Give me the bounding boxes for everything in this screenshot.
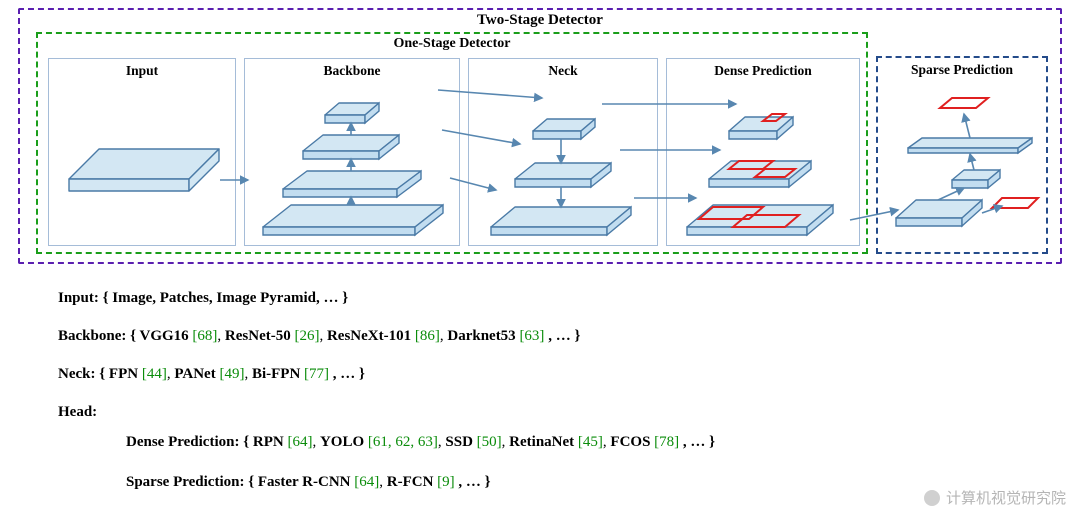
two-stage-detector-box: Two-Stage Detector One-Stage Detector In…: [18, 8, 1062, 264]
two-stage-label: Two-Stage Detector: [20, 12, 1060, 29]
panel-dense: Dense Prediction: [666, 58, 860, 246]
watermark: 计算机视觉研究院: [924, 487, 1066, 508]
panel-backbone: Backbone: [244, 58, 460, 246]
panel-input: Input: [48, 58, 236, 246]
wechat-icon: [924, 490, 940, 506]
panel-neck-title: Neck: [469, 63, 657, 79]
legend-neck-items: FPN [44], PANet [49], Bi-FPN [77]: [109, 366, 333, 382]
input-graphic: [49, 79, 237, 247]
one-stage-label: One-Stage Detector: [38, 36, 866, 52]
panel-input-title: Input: [49, 63, 235, 79]
panel-neck: Neck: [468, 58, 658, 246]
one-stage-detector-box: One-Stage Detector Input Backbone: [36, 32, 868, 254]
legend-backbone-items: VGG16 [68], ResNet-50 [26], ResNeXt-101 …: [139, 328, 548, 344]
sparse-graphic: [878, 78, 1050, 256]
panel-backbone-title: Backbone: [245, 63, 459, 79]
legend-dense: Dense Prediction: { RPN [64], YOLO [61, …: [126, 432, 715, 452]
legend-head: Head:: [58, 402, 97, 422]
legend-dense-items: RPN [64], YOLO [61, 62, 63], SSD [50], R…: [253, 434, 683, 450]
legend-backbone: Backbone: { VGG16 [68], ResNet-50 [26], …: [58, 326, 580, 346]
legend-neck: Neck: { FPN [44], PANet [49], Bi-FPN [77…: [58, 364, 365, 384]
backbone-graphic: [245, 79, 461, 247]
neck-graphic: [469, 79, 659, 247]
dense-graphic: [667, 79, 861, 247]
panel-sparse: Sparse Prediction: [876, 56, 1048, 254]
panel-sparse-title: Sparse Prediction: [878, 62, 1046, 78]
legend-sparse-items: Faster R-CNN [64], R-FCN [9]: [258, 474, 459, 490]
legend-input: Input: { Image, Patches, Image Pyramid, …: [58, 288, 348, 308]
legend-sparse: Sparse Prediction: { Faster R-CNN [64], …: [126, 472, 491, 492]
panel-dense-title: Dense Prediction: [667, 63, 859, 79]
